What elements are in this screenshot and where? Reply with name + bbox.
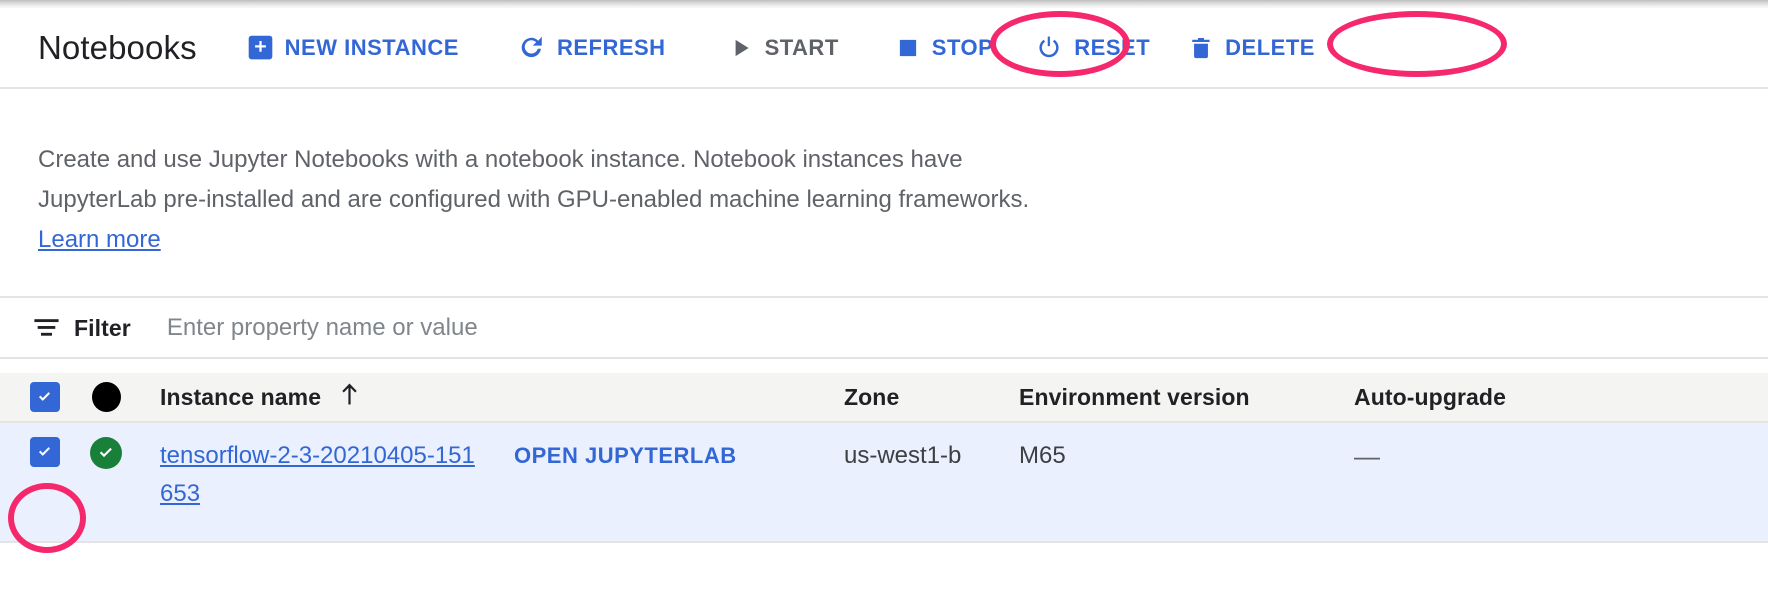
row-instance-name-cell: tensorflow-2-3-20210405-151653 [152, 437, 482, 513]
delete-button[interactable]: DELETE [1178, 29, 1325, 67]
table-header-row: Instance name Zone Environment version A… [0, 373, 1768, 423]
environment-version-value: M65 [1019, 442, 1066, 469]
row-environment-version-cell: M65 [1019, 437, 1354, 475]
instance-name-header-label: Instance name [160, 383, 322, 410]
row-zone-cell: us-west1-b [844, 437, 1019, 475]
open-jupyterlab-link[interactable]: OPEN JUPYTERLAB [514, 437, 737, 475]
row-status-cell [60, 437, 152, 469]
add-box-icon [247, 34, 274, 61]
refresh-label: REFRESH [556, 34, 666, 60]
filter-bar: Filter [0, 300, 1768, 356]
row-select-checkbox[interactable] [30, 437, 60, 467]
play-icon [728, 35, 754, 61]
zone-value: us-west1-b [844, 442, 962, 469]
instances-table: Instance name Zone Environment version A… [0, 373, 1768, 543]
delete-label: DELETE [1225, 34, 1315, 60]
filter-input[interactable] [166, 314, 867, 342]
page-header-toolbar: Notebooks NEW INSTANCE REFRESH START STO… [0, 8, 1768, 89]
description-line-3: frameworks. [898, 186, 1030, 213]
zone-column-header: Zone [844, 384, 1019, 411]
row-select-cell [0, 437, 60, 467]
power-icon [1035, 34, 1063, 62]
row-actions-cell: OPEN JUPYTERLAB [482, 437, 844, 475]
stop-label: STOP [931, 34, 994, 60]
auto-upgrade-column-header: Auto-upgrade [1354, 384, 1714, 411]
description-line-1: Create and use Jupyter Notebooks with a … [38, 146, 963, 173]
auto-upgrade-value: — [1354, 441, 1380, 471]
instance-name-link[interactable]: tensorflow-2-3-20210405-151653 [160, 442, 475, 507]
section-divider-bottom [0, 357, 1768, 359]
refresh-icon [517, 33, 546, 62]
environment-version-column-header: Environment version [1019, 384, 1354, 411]
auto-upgrade-header-label: Auto-upgrade [1354, 383, 1506, 410]
description-line-2: JupyterLab pre-installed and are configu… [38, 186, 892, 213]
reset-button[interactable]: RESET [1025, 28, 1160, 68]
status-column-header [60, 382, 152, 412]
start-label: START [764, 34, 839, 60]
stop-button[interactable]: STOP [885, 29, 1004, 67]
reset-label: RESET [1074, 34, 1151, 60]
row-auto-upgrade-cell: — [1354, 437, 1714, 475]
filter-list-icon[interactable] [33, 317, 60, 339]
zone-header-label: Zone [844, 383, 900, 410]
select-all-checkbox[interactable] [30, 382, 60, 412]
new-instance-label: NEW INSTANCE [284, 34, 459, 60]
instance-name-column-header[interactable]: Instance name [152, 382, 482, 412]
filter-label: Filter [74, 314, 131, 341]
check-circle-icon [90, 437, 122, 469]
page-title: Notebooks [38, 28, 197, 66]
new-instance-button[interactable]: NEW INSTANCE [237, 28, 469, 67]
page-description: Create and use Jupyter Notebooks with a … [38, 140, 1048, 260]
select-all-cell [0, 382, 60, 412]
environment-version-header-label: Environment version [1019, 383, 1250, 410]
section-divider-top [0, 296, 1768, 298]
learn-more-link[interactable]: Learn more [38, 226, 161, 253]
stop-icon [895, 35, 921, 61]
start-button[interactable]: START [718, 29, 849, 67]
status-dot-icon [91, 382, 121, 412]
trash-icon [1188, 35, 1214, 61]
refresh-button[interactable]: REFRESH [507, 27, 676, 68]
arrow-up-icon [339, 382, 360, 412]
table-row[interactable]: tensorflow-2-3-20210405-151653 OPEN JUPY… [0, 423, 1768, 543]
